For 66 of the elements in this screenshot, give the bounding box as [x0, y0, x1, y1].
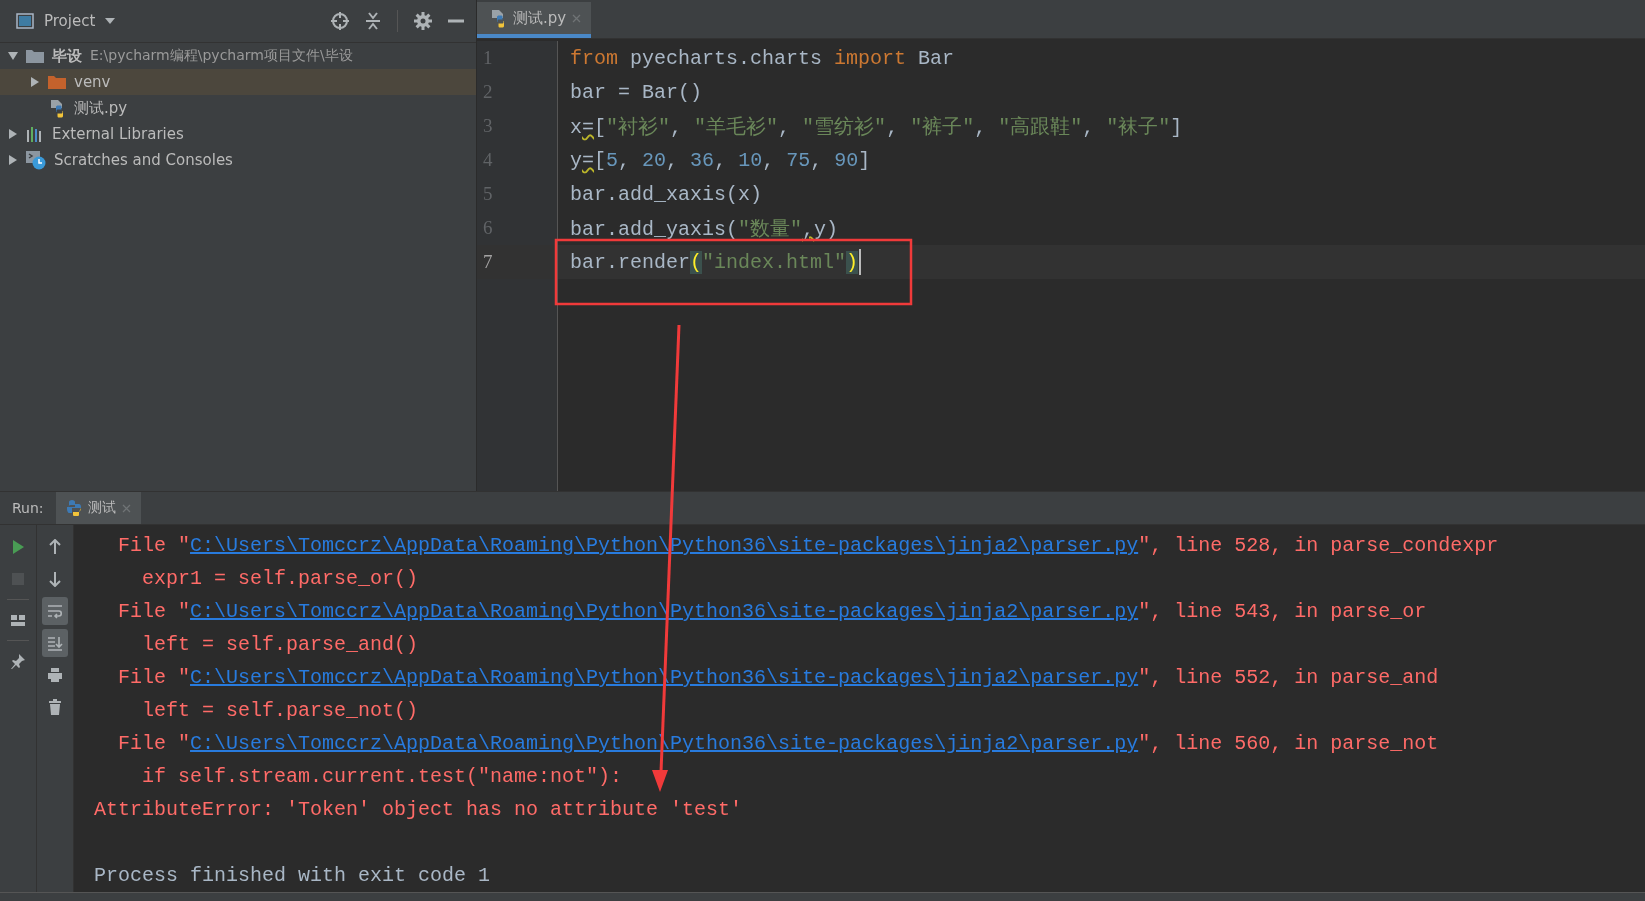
console-text: File "	[118, 600, 190, 624]
code-line: from pyecharts.charts import Bar	[570, 46, 955, 70]
tab-label: 测试.py	[513, 8, 567, 28]
console-text: ", line 552, in parse_and	[1138, 666, 1439, 690]
run-tab[interactable]: 测试	[55, 492, 141, 525]
scroll-to-end-icon	[47, 635, 63, 652]
code-line: x=["衬衫", "羊毛衫", "雪纺衫", "裤子", "高跟鞋", "袜子"]	[570, 114, 1183, 140]
settings-icon[interactable]	[414, 12, 432, 30]
tree-item[interactable]: 测试.py	[0, 95, 476, 121]
console-text: left = self.parse_and()	[142, 633, 419, 657]
scroll-to-end-toggle[interactable]	[42, 629, 68, 658]
console-text: Process finished with exit code 1	[94, 864, 491, 888]
soft-wrap-toggle[interactable]	[42, 597, 68, 626]
file-tab[interactable]: 测试.py	[477, 2, 592, 38]
collapsed-arrow-icon[interactable]	[30, 77, 40, 87]
trash-icon[interactable]	[47, 699, 63, 716]
pin-icon[interactable]	[10, 653, 26, 670]
expanded-arrow-icon[interactable]	[8, 51, 18, 61]
console-text: ", line 560, in parse_not	[1138, 732, 1439, 756]
console-text: if self.stream.current.test("name:not"):	[142, 765, 623, 789]
item-label: Scratches and Consoles	[54, 151, 233, 169]
item-label: External Libraries	[52, 125, 184, 143]
console-text: File "	[118, 666, 190, 690]
console-text: ", line 528, in parse_condexpr	[1138, 534, 1499, 558]
code-line: bar.add_yaxis("数量",y)	[570, 216, 839, 242]
code-line: bar = Bar()	[570, 80, 703, 104]
item-label: 毕设	[52, 46, 82, 66]
code-line: bar.render("index.html")	[570, 250, 859, 274]
crosshair-icon[interactable]	[331, 12, 349, 30]
run-icon[interactable]	[10, 539, 26, 556]
code-line: y=[5, 20, 36, 10, 75, 90]	[570, 148, 871, 172]
layout-icon[interactable]	[10, 612, 26, 629]
soft-wrap-icon	[47, 603, 63, 620]
tree-item[interactable]: Scratches and Consoles	[0, 147, 476, 173]
error-message: AttributeError: 'Token' object has no attribute 'test'	[94, 798, 743, 822]
console-clock-icon	[26, 150, 46, 170]
python-logo-icon	[65, 500, 82, 517]
code-line: bar.add_xaxis(x)	[570, 182, 763, 206]
text-cursor	[859, 249, 862, 275]
run-label: Run:	[12, 500, 44, 517]
collapsed-arrow-icon[interactable]	[8, 155, 18, 165]
tab-label: 测试	[87, 499, 116, 518]
tree-item[interactable]: External Libraries	[0, 121, 476, 147]
down-arrow-icon[interactable]	[47, 571, 63, 588]
library-icon	[26, 126, 44, 142]
folder-icon	[26, 49, 44, 63]
console-text: ", line 543, in parse_or	[1138, 600, 1427, 624]
item-path: E:\pycharm编程\pycharm项目文件\毕设	[90, 47, 353, 65]
console-text: expr1 = self.parse_or()	[142, 567, 419, 591]
console-text: File "	[118, 534, 190, 558]
dropdown-caret-icon[interactable]	[105, 18, 116, 24]
panel-title[interactable]: Project	[44, 12, 96, 30]
console-text: File "	[118, 732, 190, 756]
window-icon	[16, 13, 34, 29]
tree-item[interactable]: venv	[0, 69, 476, 95]
collapsed-arrow-icon[interactable]	[8, 129, 18, 139]
item-label: venv	[74, 73, 111, 91]
python-file-icon	[48, 98, 66, 118]
python-file-icon	[489, 8, 507, 28]
console-text: left = self.parse_not()	[142, 699, 419, 723]
collapse-icon[interactable]	[365, 12, 381, 30]
tree-item[interactable]: 毕设 E:\pycharm编程\pycharm项目文件\毕设	[0, 43, 476, 69]
printer-icon[interactable]	[47, 667, 63, 684]
item-label: 测试.py	[74, 98, 128, 118]
folder-icon	[48, 75, 66, 89]
up-arrow-icon[interactable]	[47, 539, 63, 556]
